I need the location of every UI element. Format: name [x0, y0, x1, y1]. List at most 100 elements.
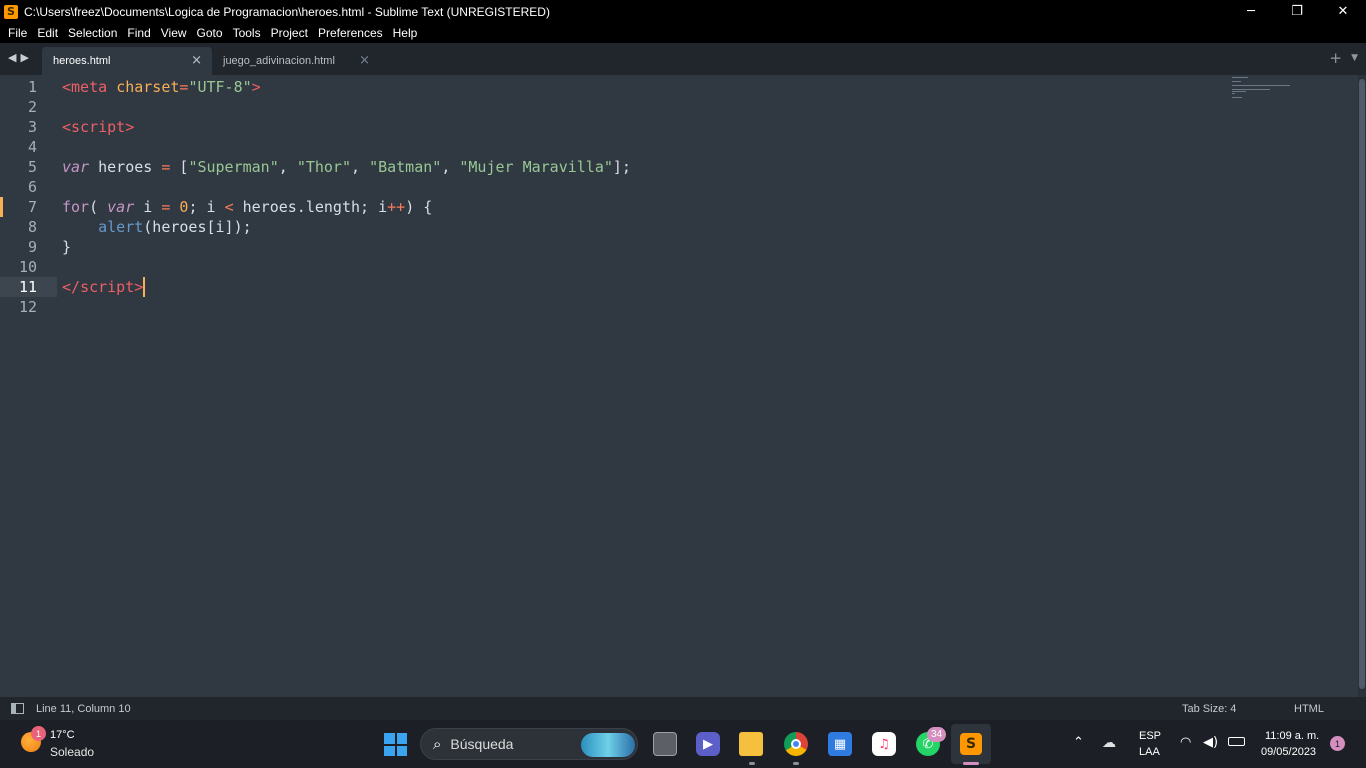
code-line-8: alert(heroes[i]);	[62, 217, 252, 237]
wifi-icon[interactable]: ◠	[1180, 735, 1191, 750]
tab-close-icon[interactable]: ×	[359, 53, 370, 68]
weather-condition[interactable]: Soleado	[50, 745, 94, 759]
menu-preferences[interactable]: Preferences	[313, 23, 388, 43]
notification-badge[interactable]: 1	[1330, 736, 1345, 751]
tag-bracket: >	[134, 278, 144, 296]
tag-name: meta	[71, 78, 108, 96]
line-number: 1	[27, 78, 37, 96]
file-explorer-icon[interactable]	[739, 732, 763, 756]
cursor-position[interactable]: Line 11, Column 10	[36, 703, 131, 715]
tab-juego-adivinacion-html[interactable]: juego_adivinacion.html ×	[212, 47, 380, 75]
menu-find[interactable]: Find	[122, 23, 155, 43]
line-number: 8	[27, 218, 37, 236]
clock-date[interactable]: 09/05/2023	[1261, 746, 1316, 758]
onedrive-cloud-icon[interactable]: ☁	[1102, 735, 1116, 751]
code-line-11: </script>	[62, 277, 146, 297]
search-highlight-image	[581, 733, 635, 757]
minimap[interactable]	[1232, 77, 1302, 107]
code-area[interactable]: <meta charset="UTF-8"> <script> var hero…	[62, 75, 631, 375]
sublime-text-taskbar-button[interactable]: S	[951, 724, 991, 764]
menu-project[interactable]: Project	[266, 23, 313, 43]
menu-help[interactable]: Help	[388, 23, 423, 43]
line-number: 6	[27, 178, 37, 196]
tab-label: heroes.html	[53, 55, 111, 67]
new-tab-icon[interactable]: +	[1329, 49, 1342, 67]
punctuation: [	[170, 158, 189, 176]
line-number: 9	[27, 238, 37, 256]
teams-chat-icon[interactable]: ▶	[696, 732, 720, 756]
punctuation: (	[89, 198, 108, 216]
code-line-9: }	[62, 237, 71, 257]
tab-size-selector[interactable]: Tab Size: 4	[1182, 703, 1236, 715]
code-line-5: var heroes = ["Superman", "Thor", "Batma…	[62, 157, 631, 177]
tab-bar: ◀▶ heroes.html × juego_adivinacion.html …	[0, 43, 1366, 75]
chrome-icon[interactable]	[784, 732, 808, 756]
chrome-running-indicator	[793, 762, 799, 765]
line-number-gutter: 1 2 3 4 5 6 7 8 9 10 11 12	[0, 75, 57, 697]
tab-list-icon[interactable]: ▼	[1351, 53, 1358, 63]
menu-view[interactable]: View	[156, 23, 192, 43]
identifier: heroes	[89, 158, 162, 176]
tray-overflow-chevron-icon[interactable]: ⌃	[1073, 735, 1084, 750]
volume-icon[interactable]: ◀)	[1203, 735, 1218, 750]
sublime-running-indicator	[963, 762, 979, 765]
keyword-var: var	[107, 198, 135, 216]
keyword-for: for	[62, 198, 90, 216]
tag-bracket: >	[251, 78, 261, 96]
menu-goto[interactable]: Goto	[192, 23, 228, 43]
taskbar-search-box[interactable]: ⌕ Búsqueda	[420, 728, 638, 760]
tag-bracket: </	[62, 278, 81, 296]
search-placeholder: Búsqueda	[450, 736, 514, 752]
clock-time[interactable]: 11:09 a. m.	[1265, 730, 1319, 742]
tab-close-icon[interactable]: ×	[191, 53, 202, 68]
identifier: heroes.length; i	[233, 198, 388, 216]
punctuation: ,	[278, 158, 297, 176]
syntax-selector[interactable]: HTML	[1294, 703, 1324, 715]
status-bar: Line 11, Column 10 Tab Size: 4 HTML	[0, 697, 1366, 720]
itunes-icon[interactable]: ♫	[872, 732, 896, 756]
arguments: (heroes[i]);	[143, 218, 252, 236]
panel-toggle-icon[interactable]	[11, 703, 24, 714]
scrollbar-thumb[interactable]	[1359, 79, 1365, 689]
menu-edit[interactable]: Edit	[32, 23, 63, 43]
keyboard-layout[interactable]: LAA	[1139, 746, 1160, 758]
menu-tools[interactable]: Tools	[228, 23, 266, 43]
vertical-scrollbar[interactable]	[1358, 75, 1366, 697]
line-number-current: 11	[0, 277, 57, 297]
attr-name: charset	[116, 78, 180, 96]
punctuation: ,	[351, 158, 370, 176]
menu-bar: File Edit Selection Find View Goto Tools…	[0, 23, 1366, 43]
code-line-7: for( var i = 0; i < heroes.length; i++) …	[62, 197, 432, 217]
code-line-3: <script>	[62, 117, 134, 137]
code-line-1: <meta charset="UTF-8">	[62, 77, 261, 97]
close-button[interactable]: ✕	[1320, 0, 1366, 23]
string-literal: "Batman"	[369, 158, 442, 176]
tab-nav-arrows-icon[interactable]: ◀▶	[8, 51, 33, 64]
operator: ++	[387, 198, 406, 216]
menu-file[interactable]: File	[3, 23, 32, 43]
windows-taskbar: 1 17°C Soleado ⌕ Búsqueda ▶ ▦ ♫ ✆ 34 S ⌃…	[0, 720, 1366, 768]
restore-button[interactable]: ❐	[1274, 0, 1320, 23]
search-icon: ⌕	[433, 735, 442, 753]
weather-temperature[interactable]: 17°C	[50, 729, 75, 741]
punctuation: ) {	[405, 198, 433, 216]
weather-badge: 1	[31, 726, 46, 741]
minimize-button[interactable]: ─	[1228, 0, 1274, 23]
tab-label: juego_adivinacion.html	[223, 55, 335, 67]
punctuation: }	[62, 238, 72, 256]
whatsapp-unread-badge: 34	[927, 727, 946, 742]
code-editor[interactable]: 1 2 3 4 5 6 7 8 9 10 11 12 <meta charset…	[0, 75, 1366, 697]
sublime-text-icon: S	[960, 733, 982, 755]
task-view-icon[interactable]	[653, 732, 677, 756]
battery-icon[interactable]	[1228, 737, 1245, 746]
file-explorer-running-indicator	[749, 762, 755, 765]
menu-selection[interactable]: Selection	[63, 23, 122, 43]
string-literal: "UTF-8"	[188, 78, 252, 96]
windows-start-icon[interactable]	[384, 733, 407, 756]
operator: <	[224, 198, 234, 216]
input-language[interactable]: ESP	[1139, 730, 1161, 742]
punctuation: ];	[612, 158, 631, 176]
tag-bracket: <	[62, 78, 72, 96]
microsoft-store-icon[interactable]: ▦	[828, 732, 852, 756]
tab-heroes-html[interactable]: heroes.html ×	[42, 47, 212, 75]
